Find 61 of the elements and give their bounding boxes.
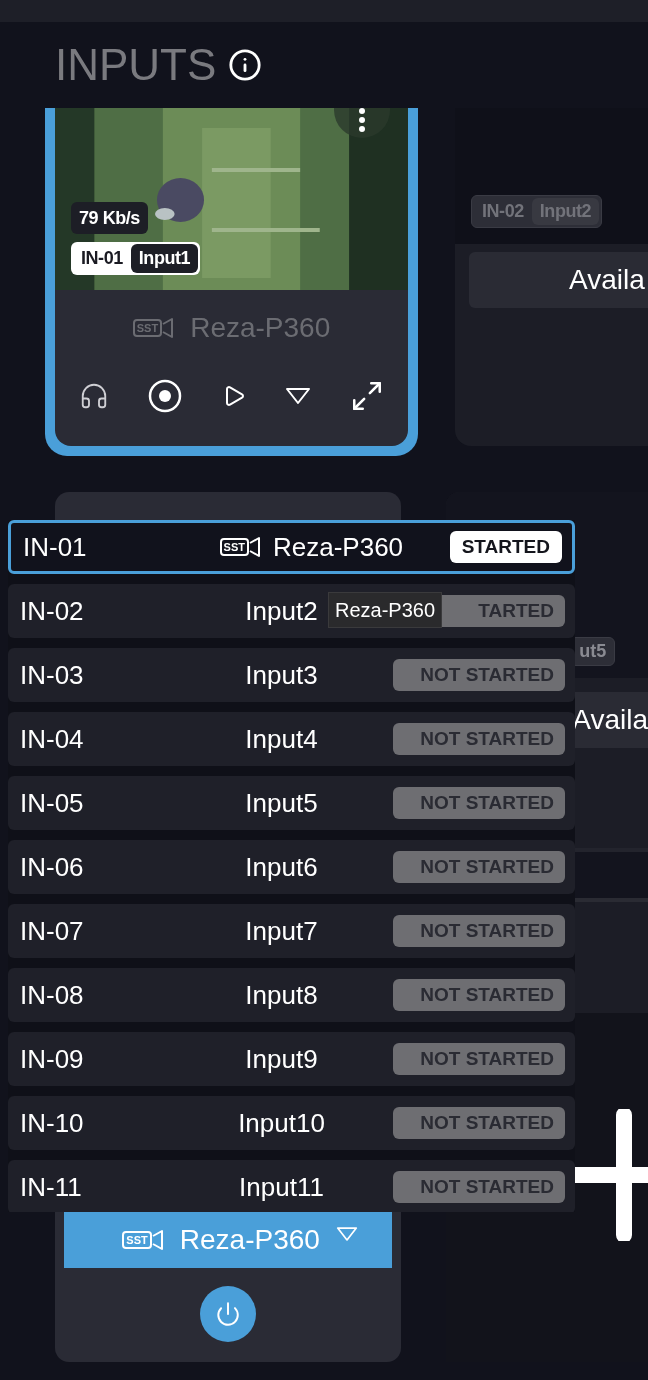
input-option[interactable]: IN-08 Input8 NOT STARTED <box>8 968 575 1022</box>
info-icon[interactable] <box>228 48 263 82</box>
input-id: IN-10 <box>20 1106 85 1140</box>
input-id: IN-02 <box>20 594 85 628</box>
status-badge: NOT STARTED <box>393 915 565 947</box>
input-id: IN-05 <box>20 786 85 820</box>
input-card[interactable]: 79 Kb/s IN-01 Input1 SST Reza-P360 <box>45 108 418 456</box>
page-title: INPUTS <box>55 43 217 87</box>
input-option[interactable]: IN-05 Input5 NOT STARTED <box>8 776 575 830</box>
input-name: Reza-P360 <box>273 530 404 564</box>
status-badge: STARTED <box>449 531 562 563</box>
headset-icon[interactable] <box>79 381 109 411</box>
status-badge: NOT STARTED <box>393 787 565 819</box>
status-badge: NOT STARTED <box>393 1107 565 1139</box>
tooltip: Reza-P360 <box>328 592 443 628</box>
record-icon[interactable] <box>148 379 183 413</box>
input-name: Input2 <box>245 594 318 628</box>
status-badge: NOT STARTED <box>393 723 565 755</box>
input-id: IN-06 <box>20 850 85 884</box>
input-name: Input9 <box>245 1042 318 1076</box>
input-option[interactable]: IN-07 Input7 NOT STARTED <box>8 904 575 958</box>
status-badge: NOT STARTED <box>393 659 565 691</box>
input-id: IN-11 <box>20 1170 83 1204</box>
input-id: IN-04 <box>20 722 85 756</box>
input-card[interactable]: IN-02 Input2 Availa <box>455 108 648 446</box>
input-name: Input8 <box>245 978 318 1012</box>
input-id: IN-02 <box>481 200 525 223</box>
input-option[interactable]: IN-01 SST Reza-P360 STARTED <box>8 520 575 574</box>
caret-icon[interactable] <box>335 1225 358 1243</box>
input-name: Input11 <box>239 1170 324 1204</box>
input-id: IN-01 <box>23 530 88 564</box>
input-id: IN-01 <box>80 247 124 270</box>
input-option[interactable]: IN-09 Input9 NOT STARTED <box>8 1032 575 1086</box>
status-badge: NOT STARTED <box>393 1171 565 1203</box>
input-name: Input1 <box>130 244 199 273</box>
input-name: Input3 <box>245 658 318 692</box>
input-option[interactable]: IN-06 Input6 NOT STARTED <box>8 840 575 894</box>
power-icon <box>215 1301 242 1327</box>
input-option[interactable]: IN-03 Input3 NOT STARTED <box>8 648 575 702</box>
input-name: Input5 <box>245 786 318 820</box>
status-badge: NOT STARTED <box>393 851 565 883</box>
input-id: IN-03 <box>20 658 85 692</box>
status-badge: NOT STARTED <box>393 979 565 1011</box>
triangle-icon[interactable] <box>284 387 311 405</box>
input-id: IN-09 <box>20 1042 85 1076</box>
input-name: Input6 <box>245 850 318 884</box>
device-name: Reza-P360 <box>190 311 331 345</box>
expand-icon[interactable] <box>350 379 384 413</box>
input-name: Input7 <box>245 914 318 948</box>
input-name: Input10 <box>238 1106 325 1140</box>
input-option[interactable]: IN-04 Input4 NOT STARTED <box>8 712 575 766</box>
input-option[interactable]: IN-10 Input10 NOT STARTED <box>8 1096 575 1150</box>
status-badge: NOT STARTED <box>393 1043 565 1075</box>
input-name: Input2 <box>531 198 600 225</box>
input-id: IN-07 <box>20 914 85 948</box>
more-icon <box>359 108 365 132</box>
input-id: IN-08 <box>20 978 85 1012</box>
availability-button[interactable]: Availa <box>469 252 648 308</box>
bitrate-badge: 79 Kb/s <box>71 202 148 234</box>
input-option[interactable]: IN-11 Input11 NOT STARTED <box>8 1160 575 1212</box>
input-name: Input4 <box>245 722 318 756</box>
